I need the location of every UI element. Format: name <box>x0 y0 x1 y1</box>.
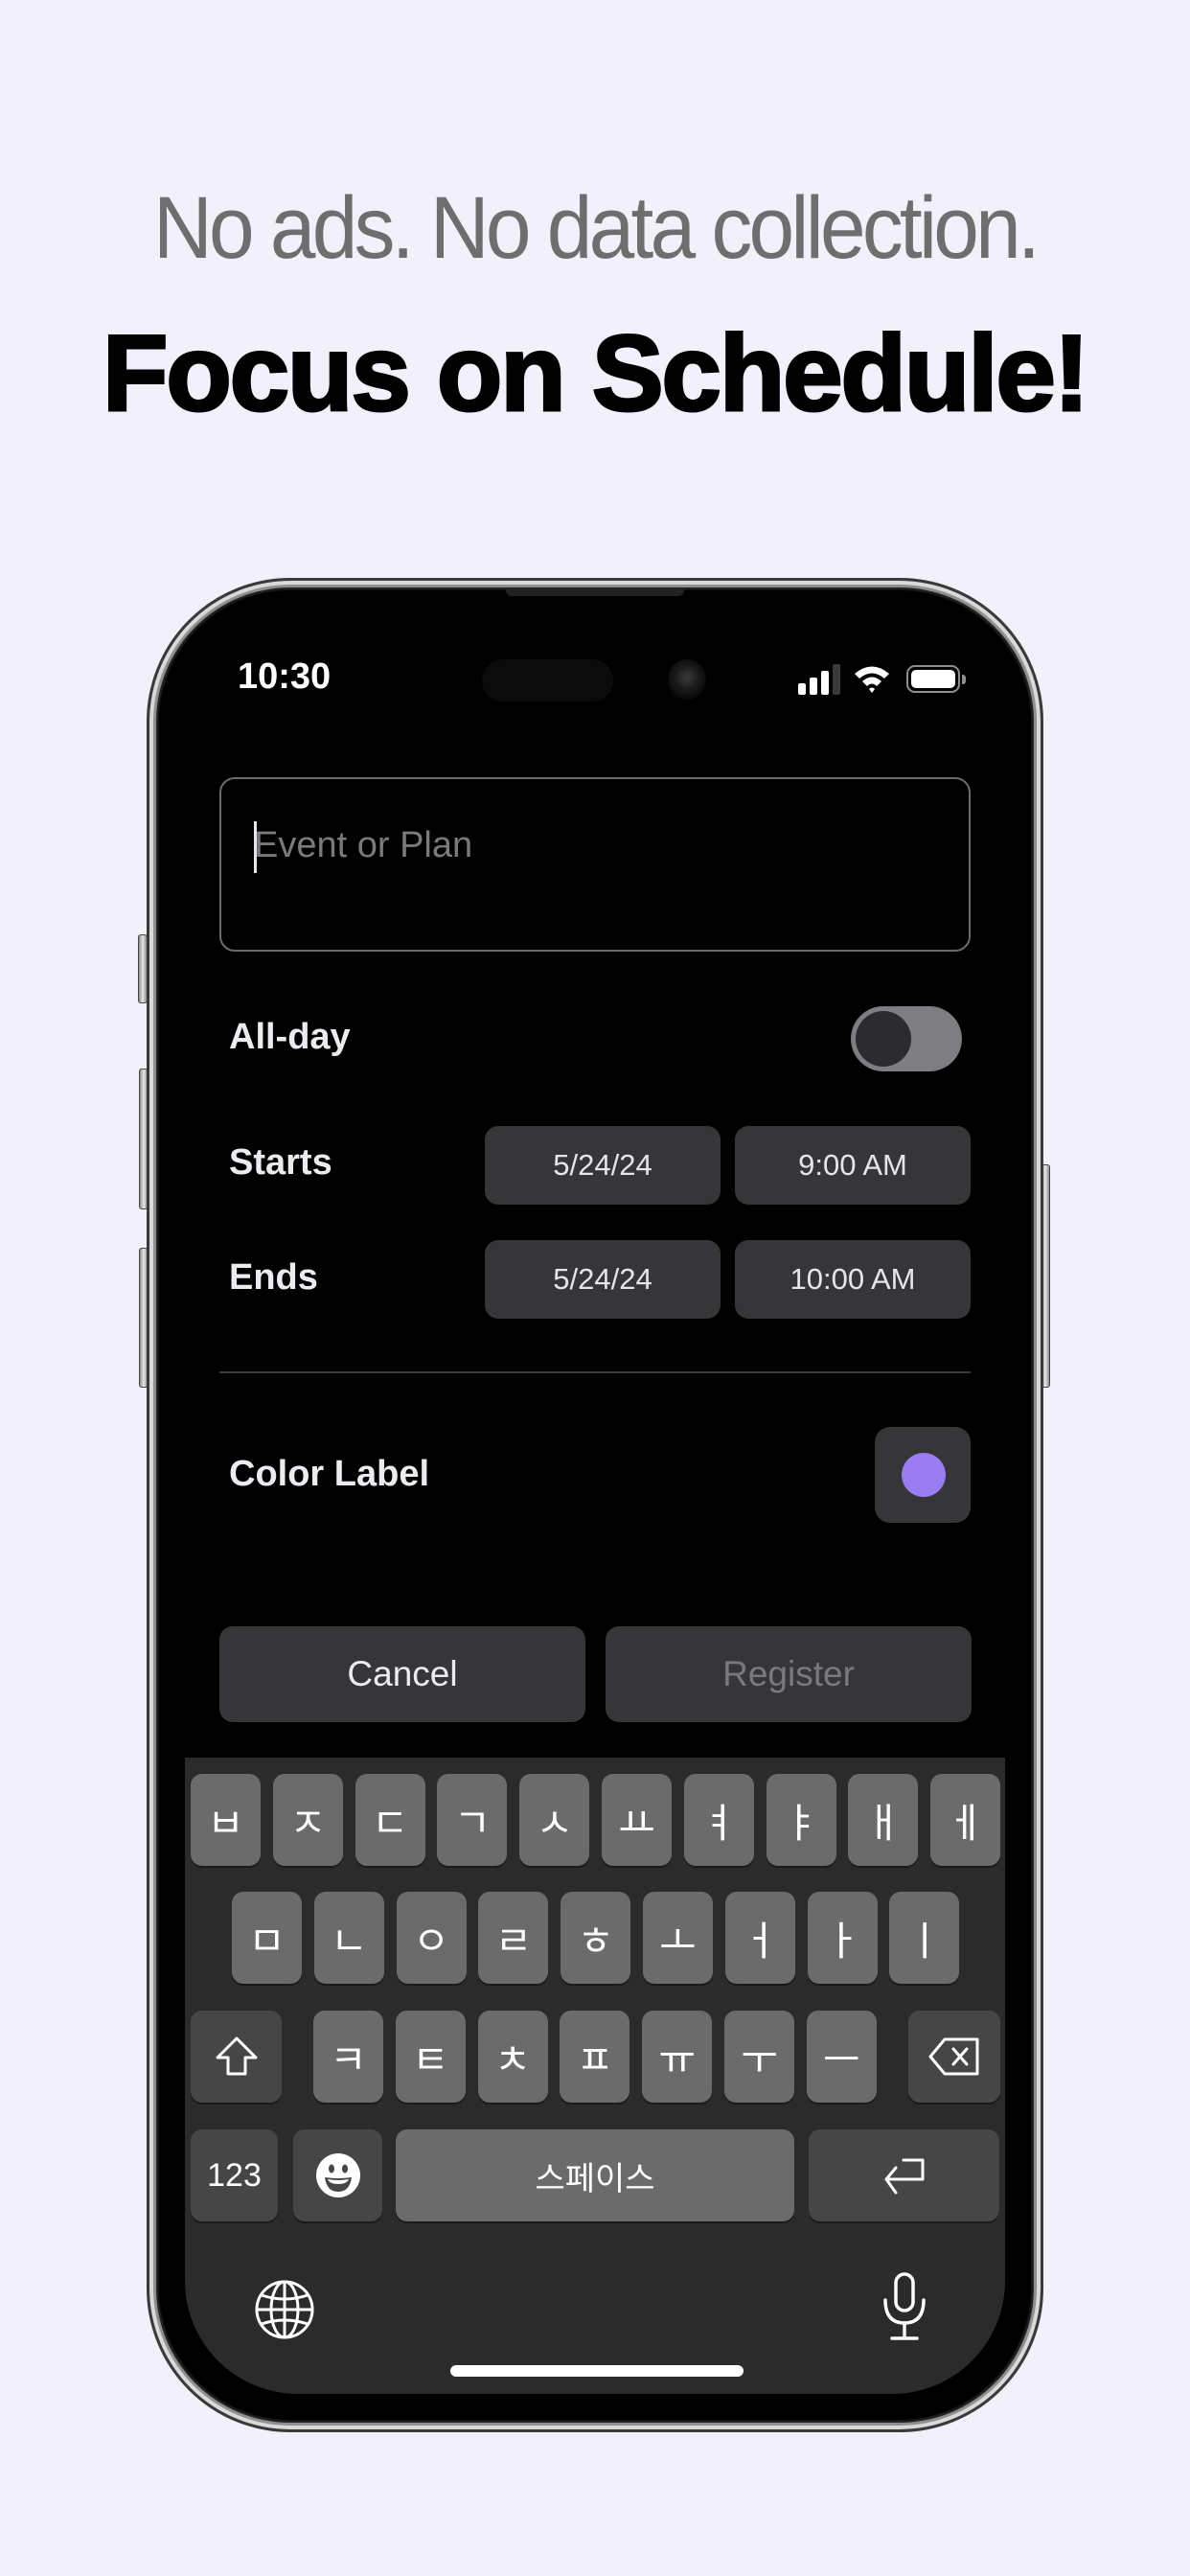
space-key[interactable]: 스페이스 <box>396 2129 794 2221</box>
key-ㅑ[interactable]: ㅑ <box>766 1774 836 1866</box>
section-divider <box>219 1371 971 1373</box>
end-time-button[interactable]: 10:00 AM <box>735 1240 971 1319</box>
event-title-placeholder: Event or Plan <box>254 825 473 865</box>
key-ㅅ[interactable]: ㅅ <box>519 1774 590 1866</box>
key-ㅣ[interactable]: ㅣ <box>889 1892 960 1984</box>
key-ㅎ[interactable]: ㅎ <box>561 1892 631 1984</box>
all-day-toggle[interactable] <box>851 1006 962 1071</box>
shift-icon <box>216 2036 257 2076</box>
promo-tagline: No ads. No data collection. <box>152 179 1041 277</box>
emoji-key[interactable] <box>293 2129 382 2221</box>
starts-label: Starts <box>229 1142 332 1183</box>
key-ㅗ[interactable]: ㅗ <box>643 1892 713 1984</box>
cancel-button[interactable]: Cancel <box>219 1626 585 1722</box>
toggle-knob <box>856 1011 911 1067</box>
backspace-icon <box>928 2037 979 2076</box>
key-ㅊ[interactable]: ㅊ <box>477 2011 548 2103</box>
key-ㅓ[interactable]: ㅓ <box>724 1892 795 1984</box>
numbers-key[interactable]: 123 <box>191 2129 278 2221</box>
battery-icon <box>906 665 966 693</box>
key-ㅏ[interactable]: ㅏ <box>807 1892 878 1984</box>
key-ㅌ[interactable]: ㅌ <box>395 2011 466 2103</box>
key-ㅂ[interactable]: ㅂ <box>191 1774 261 1866</box>
cellular-signal-icon <box>798 664 840 695</box>
speaker-grill <box>506 588 684 596</box>
home-indicator[interactable] <box>450 2365 744 2377</box>
start-time-button[interactable]: 9:00 AM <box>735 1126 971 1205</box>
key-ㅇ[interactable]: ㅇ <box>396 1892 467 1984</box>
key-ㅜ[interactable]: ㅜ <box>724 2011 794 2103</box>
all-day-label: All-day <box>229 1017 351 1057</box>
key-ㅠ[interactable]: ㅠ <box>642 2011 713 2103</box>
return-icon <box>884 2158 924 2195</box>
key-ㅡ[interactable]: ㅡ <box>806 2011 877 2103</box>
emoji-icon <box>315 2153 360 2197</box>
status-time: 10:30 <box>238 656 332 697</box>
front-camera <box>668 659 706 700</box>
globe-icon[interactable] <box>254 2279 315 2340</box>
key-ㄷ[interactable]: ㄷ <box>355 1774 425 1866</box>
ends-label: Ends <box>229 1257 318 1298</box>
wifi-icon <box>855 666 889 693</box>
key-ㅐ[interactable]: ㅐ <box>848 1774 919 1866</box>
return-key[interactable] <box>809 2129 999 2221</box>
key-ㅁ[interactable]: ㅁ <box>232 1892 302 1984</box>
key-ㄱ[interactable]: ㄱ <box>437 1774 508 1866</box>
dynamic-island <box>482 659 613 702</box>
color-label-button[interactable] <box>875 1427 971 1523</box>
key-ㅋ[interactable]: ㅋ <box>313 2011 383 2103</box>
key-ㅍ[interactable]: ㅍ <box>560 2011 630 2103</box>
start-date-button[interactable]: 5/24/24 <box>485 1126 721 1205</box>
key-ㅔ[interactable]: ㅔ <box>930 1774 1001 1866</box>
color-swatch <box>902 1453 946 1497</box>
microphone-icon[interactable] <box>882 2271 927 2342</box>
shift-key[interactable] <box>191 2011 282 2103</box>
key-ㅕ[interactable]: ㅕ <box>683 1774 754 1866</box>
register-button[interactable]: Register <box>606 1626 972 1722</box>
color-label-label: Color Label <box>229 1454 430 1494</box>
promo-headline: Focus on Schedule! <box>101 312 1090 435</box>
key-ㅛ[interactable]: ㅛ <box>602 1774 672 1866</box>
event-title-input[interactable]: Event or Plan <box>219 777 971 952</box>
end-date-button[interactable]: 5/24/24 <box>485 1240 721 1319</box>
key-ㅈ[interactable]: ㅈ <box>272 1774 343 1866</box>
backspace-key[interactable] <box>908 2011 1000 2103</box>
key-ㄴ[interactable]: ㄴ <box>313 1892 384 1984</box>
key-ㄹ[interactable]: ㄹ <box>478 1892 549 1984</box>
